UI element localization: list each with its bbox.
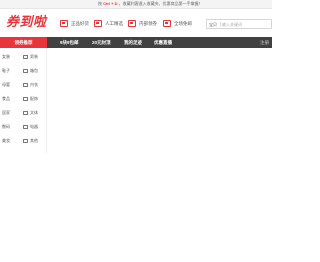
category-item[interactable]: 居家 (2, 109, 10, 117)
feature-coupon: 内部领券 (128, 19, 157, 28)
bookmark-tip: 按 Ctrl + D ，收藏利客逸入收藏夹，优惠商品第一手掌握！ (98, 1, 203, 7)
category-item[interactable]: 箱包 (23, 67, 38, 75)
site-header: 券到啦 正品好货 人工精选 内部领券 全场免邮 宝贝 (0, 9, 272, 37)
person-icon (94, 20, 102, 27)
category-item[interactable]: 文体 (23, 109, 38, 117)
feature-label: 人工精选 (105, 20, 123, 26)
bookmark-shortcut: Ctrl + D (103, 1, 118, 6)
top-notice-bar: 按 Ctrl + D ，收藏利客逸入收藏夹，优惠商品第一手掌握！ (0, 0, 272, 9)
feature-free-shipping: 全场免邮 (163, 19, 192, 28)
category-item[interactable]: 内衣 (23, 81, 38, 89)
category-label: 电器 (30, 124, 38, 129)
category-label: 美妆 (2, 138, 10, 143)
nav-register-link[interactable]: 注册 (260, 37, 269, 48)
bookmark-tip-prefix: 按 (98, 1, 102, 6)
category-icon (23, 139, 28, 143)
category-label: 女装 (2, 54, 10, 59)
category-label: 数码 (2, 124, 10, 129)
search-type-select[interactable]: 宝贝 (209, 22, 217, 27)
feature-quality: 正品好货 (60, 19, 89, 28)
category-label: 男装 (30, 54, 38, 59)
quality-badge-icon (60, 20, 68, 27)
category-label: 箱包 (30, 68, 38, 73)
category-label: 食品 (2, 96, 10, 101)
category-item[interactable]: 鞋子 (2, 67, 10, 75)
search-input[interactable] (222, 21, 270, 28)
category-item[interactable]: 数码 (2, 123, 10, 131)
nav-item-live[interactable]: 优惠直播 (154, 37, 172, 48)
nav-item-20-cap[interactable]: 20元封顶 (92, 37, 111, 48)
category-label: 母婴 (2, 82, 10, 87)
category-item[interactable]: 母婴 (2, 81, 10, 89)
category-label: 居家 (2, 110, 10, 115)
category-item[interactable]: 电器 (23, 123, 38, 131)
feature-label: 正品好货 (71, 20, 89, 26)
bookmark-tip-message: ，收藏利客逸入收藏夹，优惠商品第一手掌握！ (118, 1, 203, 6)
search-box: 宝贝 (206, 19, 272, 29)
main-nav: 领券推荐 9块9包邮 20元封顶 我的足迹 优惠直播 注册 (0, 37, 272, 48)
category-item[interactable]: 食品 (2, 95, 10, 103)
feature-label: 内部领券 (139, 20, 157, 26)
nav-item-footprint[interactable]: 我的足迹 (124, 37, 142, 48)
category-label: 其他 (30, 138, 38, 143)
category-item[interactable]: 女装 (2, 53, 10, 61)
search-divider (220, 22, 221, 27)
discount-icon (163, 20, 171, 27)
nav-category-toggle[interactable]: 领券推荐 (0, 37, 47, 48)
category-item[interactable]: 配饰 (23, 95, 38, 103)
site-logo[interactable]: 券到啦 (6, 15, 47, 30)
category-label: 内衣 (30, 82, 38, 87)
category-icon (23, 69, 28, 73)
category-icon (23, 55, 28, 59)
category-sidebar: 女装 男装 鞋子 箱包 母婴 内衣 食品 配饰 居家 文体 数码 电器 美妆 其… (0, 48, 47, 153)
category-item[interactable]: 其他 (23, 137, 38, 145)
nav-item-9-9[interactable]: 9块9包邮 (60, 37, 79, 48)
category-icon (23, 111, 28, 115)
feature-label: 全场免邮 (174, 20, 192, 26)
coupon-icon (128, 20, 136, 27)
category-icon (23, 97, 28, 101)
category-label: 鞋子 (2, 68, 10, 73)
category-icon (23, 83, 28, 87)
category-label: 文体 (30, 110, 38, 115)
category-icon (23, 125, 28, 129)
category-label: 配饰 (30, 96, 38, 101)
category-item[interactable]: 男装 (23, 53, 38, 61)
feature-selected: 人工精选 (94, 19, 123, 28)
category-item[interactable]: 美妆 (2, 137, 10, 145)
